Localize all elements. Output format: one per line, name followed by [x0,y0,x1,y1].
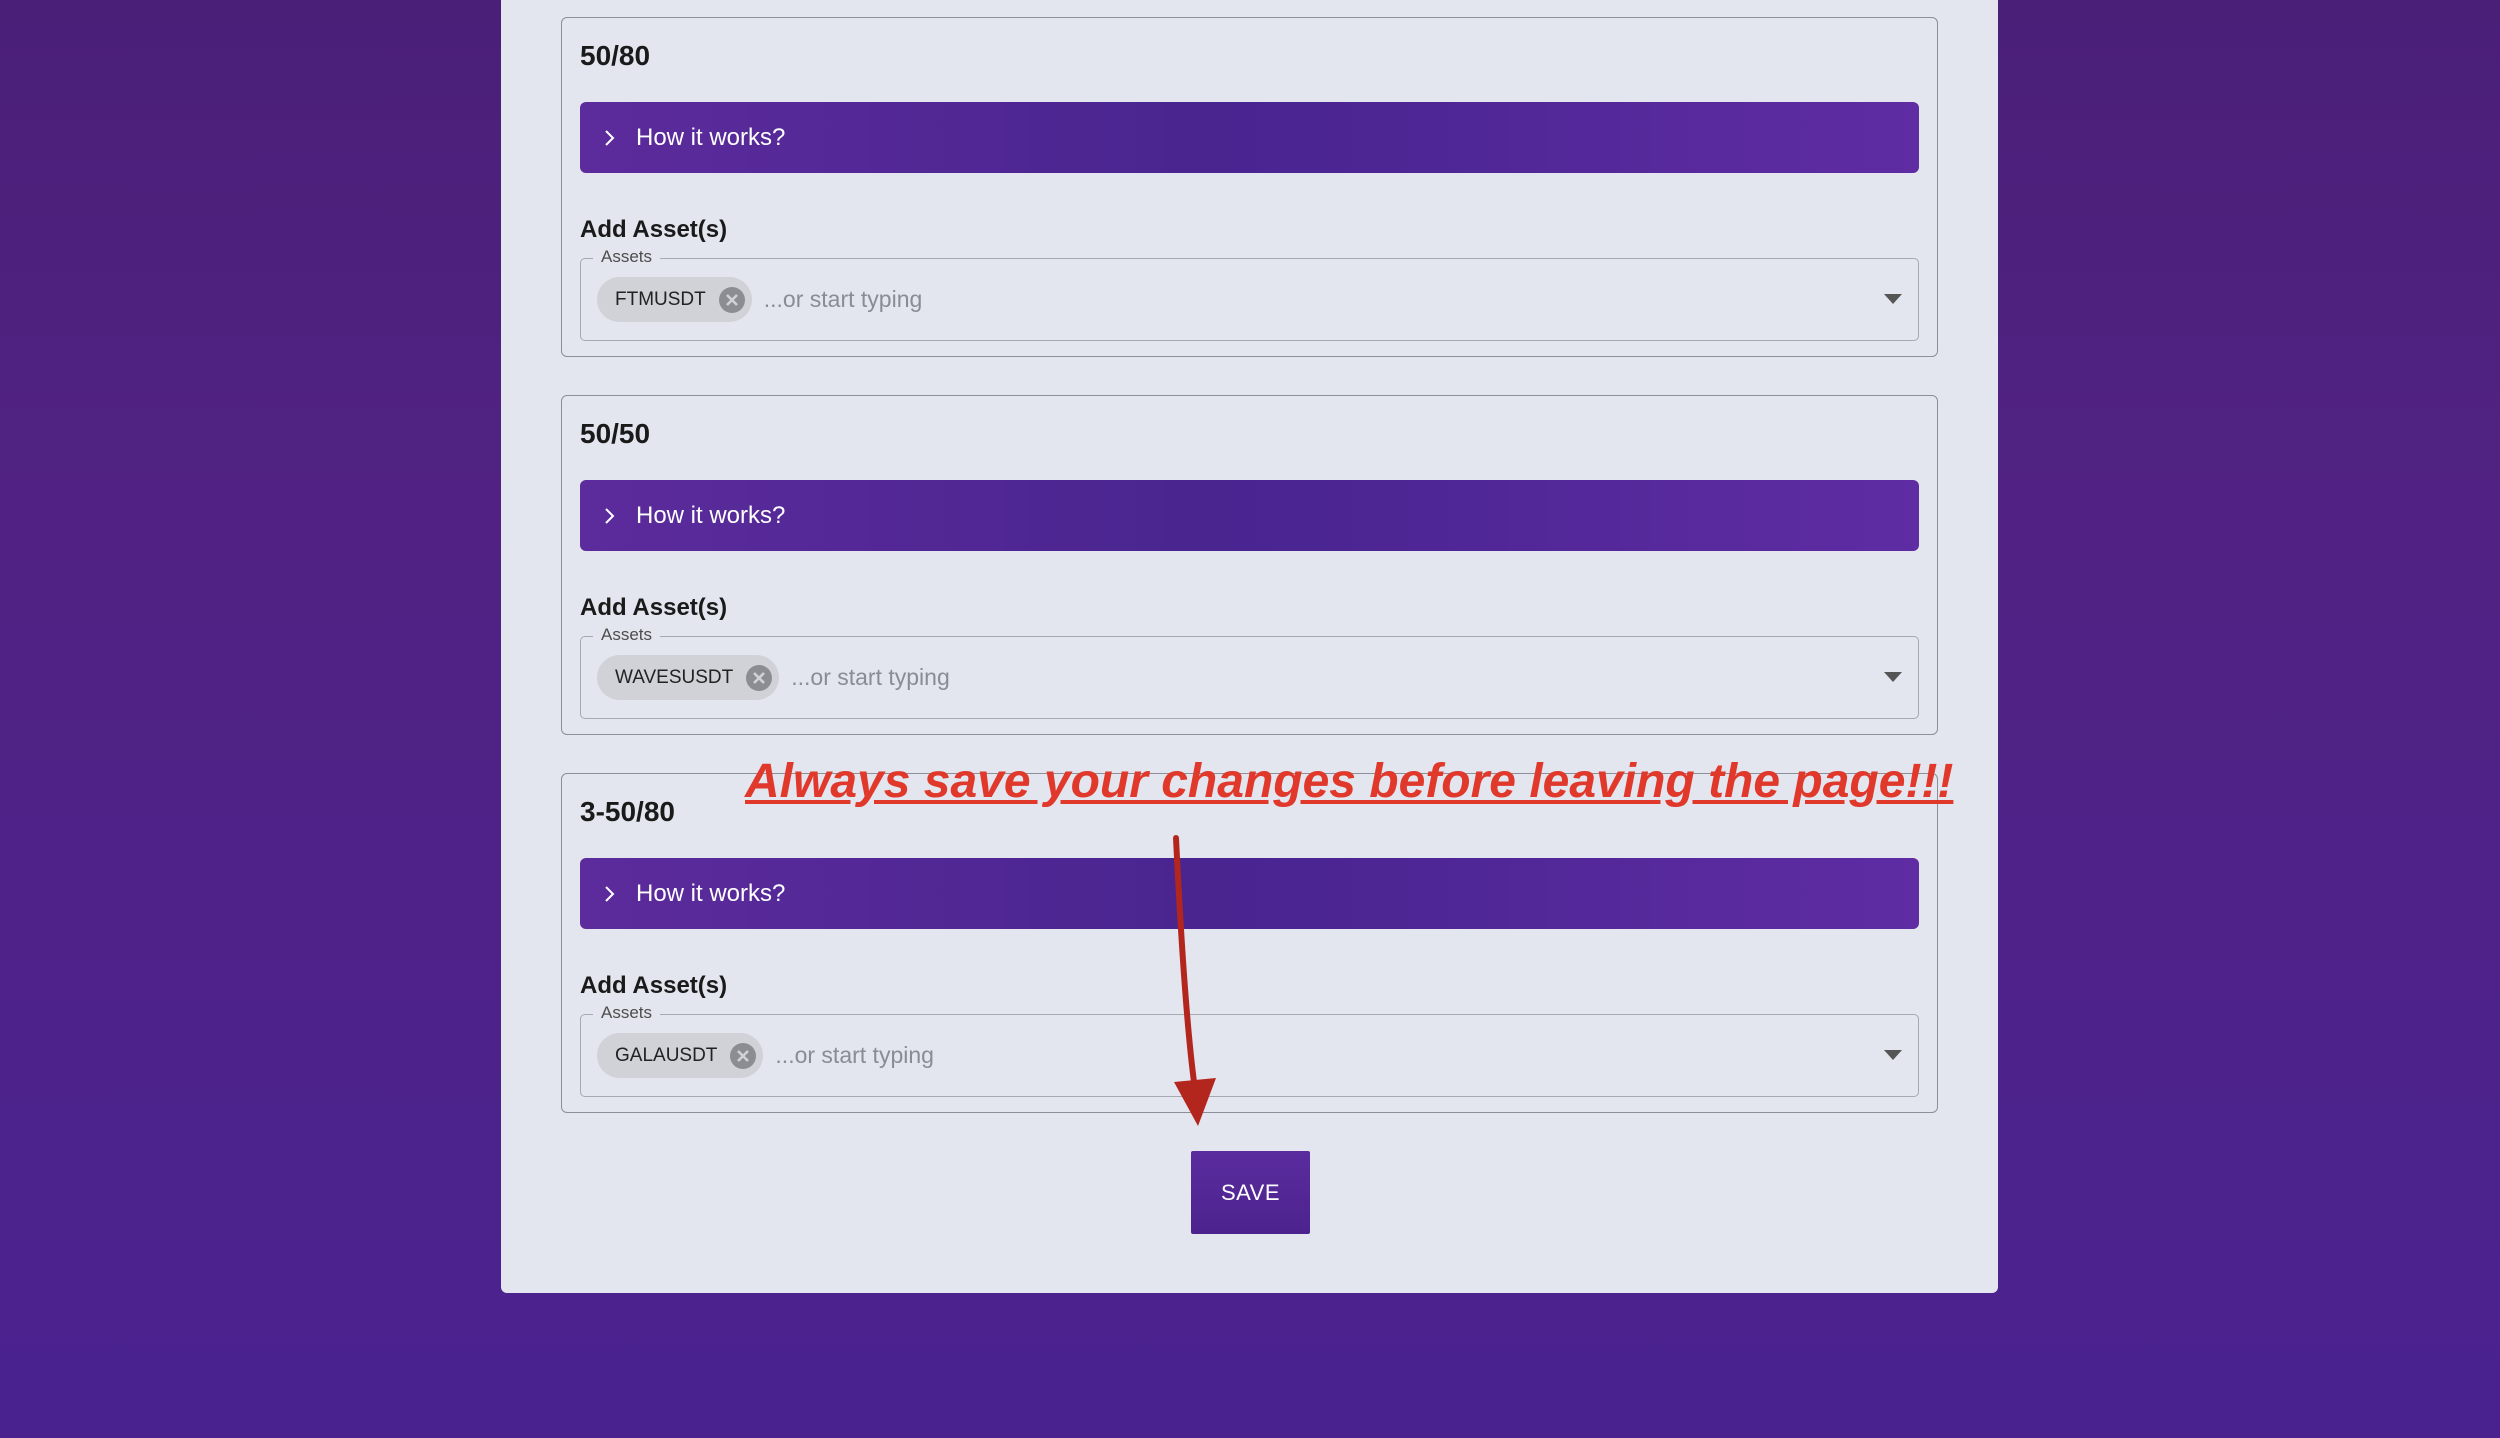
assets-input[interactable]: Assets GALAUSDT ...or start typing [580,1003,1919,1097]
asset-chip-label: WAVESUSDT [615,666,734,688]
remove-chip-icon[interactable] [718,286,746,314]
dropdown-caret-icon[interactable] [1884,1047,1902,1065]
dropdown-caret-icon[interactable] [1884,291,1902,309]
save-warning-annotation: Always save your changes before leaving … [745,755,1954,808]
asset-chip-label: FTMUSDT [615,288,706,310]
assets-placeholder: ...or start typing [775,1042,934,1068]
how-it-works-label: How it works? [636,123,786,151]
dropdown-caret-icon[interactable] [1884,669,1902,687]
add-assets-label: Add Asset(s) [580,216,728,243]
strategy-card-3-50-80: 3-50/80 How it works? Add Asset(s) Asset… [561,773,1938,1113]
how-it-works-accordion[interactable]: How it works? [580,858,1919,929]
asset-chip: FTMUSDT [597,277,752,322]
strategy-title: 50/50 [580,418,651,449]
remove-chip-icon[interactable] [745,664,773,692]
strategy-title: 3-50/80 [580,796,675,827]
add-assets-label: Add Asset(s) [580,972,728,999]
save-button[interactable]: SAVE [1191,1151,1310,1234]
assets-field-legend: Assets [593,1003,661,1023]
strategy-card-50-80: 50/80 How it works? Add Asset(s) Assets … [561,17,1938,357]
assets-placeholder: ...or start typing [763,286,923,312]
asset-chip: GALAUSDT [597,1033,764,1078]
asset-chip: WAVESUSDT [597,655,780,700]
assets-field-legend: Assets [593,625,661,645]
how-it-works-label: How it works? [636,501,786,529]
strategy-title: 50/80 [580,40,651,71]
strategy-card-50-50: 50/50 How it works? Add Asset(s) Assets … [561,395,1938,735]
asset-chip-label: GALAUSDT [615,1044,718,1066]
chevron-right-icon [602,884,636,904]
assets-input[interactable]: Assets WAVESUSDT ...or start typing [580,625,1919,719]
how-it-works-label: How it works? [636,879,786,907]
assets-placeholder: ...or start typing [791,664,950,690]
how-it-works-accordion[interactable]: How it works? [580,480,1919,551]
chevron-right-icon [602,128,636,148]
red-arrow-icon [1173,835,1216,1126]
assets-field-legend: Assets [593,247,661,267]
assets-input[interactable]: Assets FTMUSDT ...or start typing [580,247,1919,341]
chevron-right-icon [602,506,636,526]
remove-chip-icon[interactable] [729,1042,757,1070]
how-it-works-accordion[interactable]: How it works? [580,102,1919,173]
add-assets-label: Add Asset(s) [580,594,728,621]
